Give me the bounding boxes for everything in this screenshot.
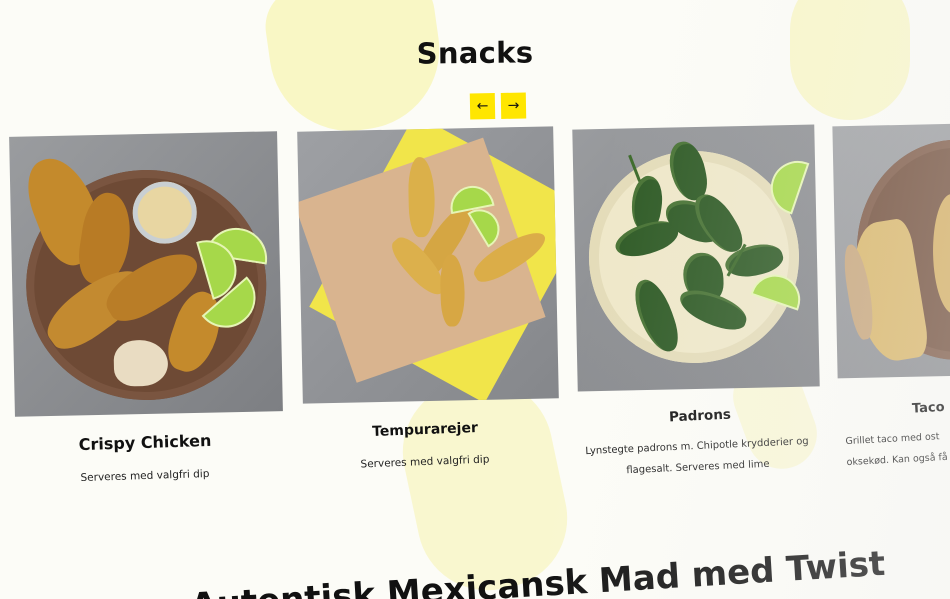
card-description: Grillet taco med ost oksekød. Kan også f… (845, 431, 948, 469)
card-title: Taco (911, 399, 945, 417)
card-description: Lynstegte padrons m. Chipotle krydderier… (585, 435, 809, 477)
card-title: Crispy Chicken (78, 430, 212, 455)
carousel-controls: ← → (469, 92, 527, 120)
prev-arrow-button[interactable]: ← (469, 93, 496, 120)
card-image-taco[interactable] (832, 123, 950, 379)
page: Snacks ← → Crispy Chicken Serveres med v… (0, 0, 950, 599)
next-arrow-button[interactable]: → (500, 92, 527, 119)
arrow-left-icon: ← (476, 98, 489, 115)
card-description: Serveres med valgfri dip (80, 467, 210, 485)
card-image-padrons[interactable] (572, 124, 820, 392)
arrow-right-icon: → (507, 97, 520, 114)
card-image-crispy-chicken[interactable] (9, 131, 283, 417)
chicken-piece (113, 339, 169, 387)
card-image-tempurarejer[interactable] (297, 126, 559, 404)
